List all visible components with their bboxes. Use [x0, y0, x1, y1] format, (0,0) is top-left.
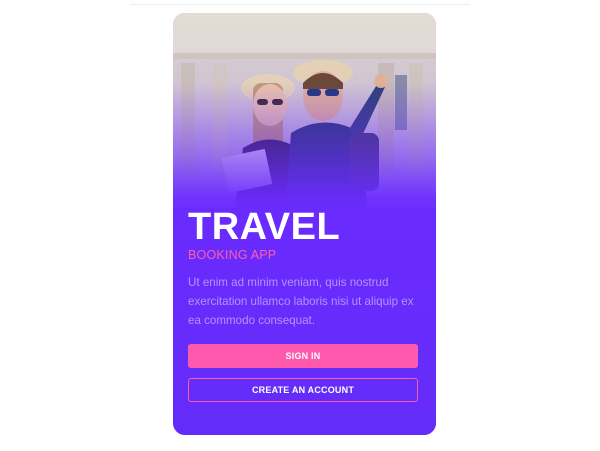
create-account-button[interactable]: CREATE AN ACCOUNT — [188, 378, 418, 402]
top-divider — [130, 4, 470, 5]
app-description: Ut enim ad minim veniam, quis nostrud ex… — [188, 276, 414, 327]
sign-in-button[interactable]: SIGN IN — [188, 344, 418, 368]
create-account-label: CREATE AN ACCOUNT — [251, 385, 355, 395]
sign-in-label: SIGN IN — [285, 351, 321, 361]
hero-photo — [173, 13, 436, 208]
app-subtitle: BOOKING APP — [188, 248, 277, 262]
travel-card: TRAVEL BOOKING APP Ut enim ad minim veni… — [173, 13, 436, 435]
app-title: TRAVEL — [188, 206, 341, 248]
